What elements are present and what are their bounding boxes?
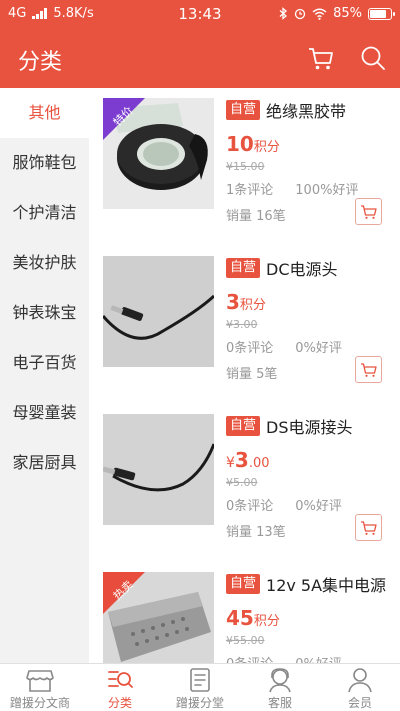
status-right: 85%	[279, 6, 395, 21]
cart-icon[interactable]	[306, 43, 336, 73]
cart-icon	[360, 204, 377, 219]
tab-customer-service[interactable]: 客服	[240, 664, 320, 711]
product-info: 自营 12v 5A集中电源 45积分 ¥55.00 0条评论 0%好评	[226, 572, 396, 663]
status-bar: 4G 5.8K/s 13:43 85%	[0, 0, 400, 28]
original-price: ¥15.00	[226, 160, 265, 173]
product-price: 45积分	[226, 604, 396, 632]
price-amount: 10	[226, 132, 254, 156]
sidebar-item-home-kitchen[interactable]: 家居厨具	[0, 438, 89, 488]
tab-member[interactable]: 会员	[320, 664, 400, 711]
store-icon	[26, 670, 54, 692]
positive-rate: 100%好评	[295, 183, 359, 198]
sidebar-item-apparel[interactable]: 服饰鞋包	[0, 138, 89, 188]
product-image[interactable]	[103, 414, 214, 525]
review-count: 1条评论	[226, 183, 274, 198]
search-icon[interactable]	[358, 43, 388, 73]
app-header: 分类	[0, 28, 400, 88]
tab-label: 蹭援分堂	[175, 696, 224, 710]
original-price: ¥5.00	[226, 476, 258, 489]
add-to-cart-button[interactable]	[355, 514, 382, 541]
positive-rate: 0%好评	[295, 653, 342, 663]
tab-label: 蹭援分文商	[9, 696, 70, 710]
product-item[interactable]: 自营 DS电源接头 ¥3.00 ¥5.00 0条评论 0%好评 销量 13笔	[89, 404, 400, 554]
tab-category[interactable]: 分类	[80, 664, 160, 711]
self-operated-tag: 自营	[226, 416, 261, 436]
review-count: 0条评论	[226, 341, 274, 356]
product-item[interactable]: 自营 DC电源头 3积分 ¥3.00 0条评论 0%好评 销量 5笔	[89, 246, 400, 396]
price-unit: 积分	[253, 614, 280, 629]
product-name[interactable]: 12v 5A集中电源	[266, 572, 386, 596]
dc-plug-image	[103, 256, 214, 367]
category-sidebar: 其他 服饰鞋包 个护清洁 美妆护肤 钟表珠宝 电子百货 母婴童装 家居厨具	[0, 88, 89, 488]
ds-connector-image	[103, 414, 214, 525]
tab-notes[interactable]: 蹭援分堂	[160, 664, 240, 711]
product-price: 3积分	[226, 288, 396, 316]
positive-rate: 0%好评	[295, 499, 342, 514]
notes-icon	[190, 668, 210, 692]
product-list: 特价 自营 绝缘黑胶带 10积分 ¥15.00 1条评论 100%好评 销量 1…	[89, 88, 400, 663]
price-unit: 积分	[253, 140, 280, 155]
page-title: 分类	[18, 50, 63, 75]
product-item[interactable]: 特价 自营 绝缘黑胶带 10积分 ¥15.00 1条评论 100%好评 销量 1…	[89, 88, 400, 238]
add-to-cart-button[interactable]	[355, 356, 382, 383]
battery-fill	[370, 9, 386, 18]
tab-label: 分类	[107, 696, 132, 710]
review-count: 0条评论	[226, 499, 274, 514]
product-name[interactable]: DS电源接头	[266, 414, 352, 438]
price-amount: 45	[226, 606, 254, 630]
cart-icon	[360, 362, 377, 377]
product-image[interactable]: 特价	[103, 98, 214, 209]
price-amount: 3	[226, 290, 240, 314]
sidebar-item-electronics[interactable]: 电子百货	[0, 338, 89, 388]
product-price: ¥3.00	[226, 446, 396, 474]
bottom-tab-bar: 蹭援分文商 分类 蹭援分堂 客服 会员	[0, 663, 400, 711]
product-item[interactable]: 热卖 自营 12v 5A集中电源 45积分 ¥55.00 0条评论 0%好评	[89, 562, 400, 663]
product-name[interactable]: 绝缘黑胶带	[266, 98, 346, 122]
add-to-cart-button[interactable]	[355, 198, 382, 225]
positive-rate: 0%好评	[295, 341, 342, 356]
sidebar-item-baby[interactable]: 母婴童装	[0, 388, 89, 438]
product-name[interactable]: DC电源头	[266, 256, 338, 280]
category-search-icon	[108, 671, 133, 688]
cart-icon	[360, 520, 377, 535]
tab-store[interactable]: 蹭援分文商	[0, 664, 80, 711]
sidebar-item-other[interactable]: 其他	[0, 88, 89, 138]
bluetooth-icon	[279, 7, 288, 20]
original-price: ¥3.00	[226, 318, 258, 331]
review-count: 0条评论	[226, 653, 273, 663]
product-image[interactable]	[103, 256, 214, 367]
battery-icon	[368, 7, 395, 20]
product-image[interactable]: 热卖	[103, 572, 214, 663]
sidebar-item-beauty[interactable]: 美妆护肤	[0, 238, 89, 288]
original-price: ¥55.00	[226, 634, 265, 647]
member-icon	[348, 668, 372, 693]
price-unit: .00	[248, 456, 270, 471]
tab-label: 客服	[267, 696, 292, 710]
product-price: 10积分	[226, 130, 396, 158]
sidebar-item-personal-care[interactable]: 个护清洁	[0, 188, 89, 238]
price-amount: 3	[234, 448, 249, 472]
wifi-icon	[312, 8, 327, 20]
price-symbol: ¥	[226, 455, 235, 471]
self-operated-tag: 自营	[226, 574, 261, 594]
tab-label: 会员	[347, 696, 372, 710]
price-unit: 积分	[239, 298, 266, 313]
self-operated-tag: 自营	[226, 258, 261, 278]
battery-percent: 85%	[333, 6, 362, 21]
customer-service-icon	[269, 668, 291, 693]
alarm-icon	[294, 8, 306, 20]
self-operated-tag: 自营	[226, 100, 261, 120]
sidebar-item-watches-jewelry[interactable]: 钟表珠宝	[0, 288, 89, 338]
